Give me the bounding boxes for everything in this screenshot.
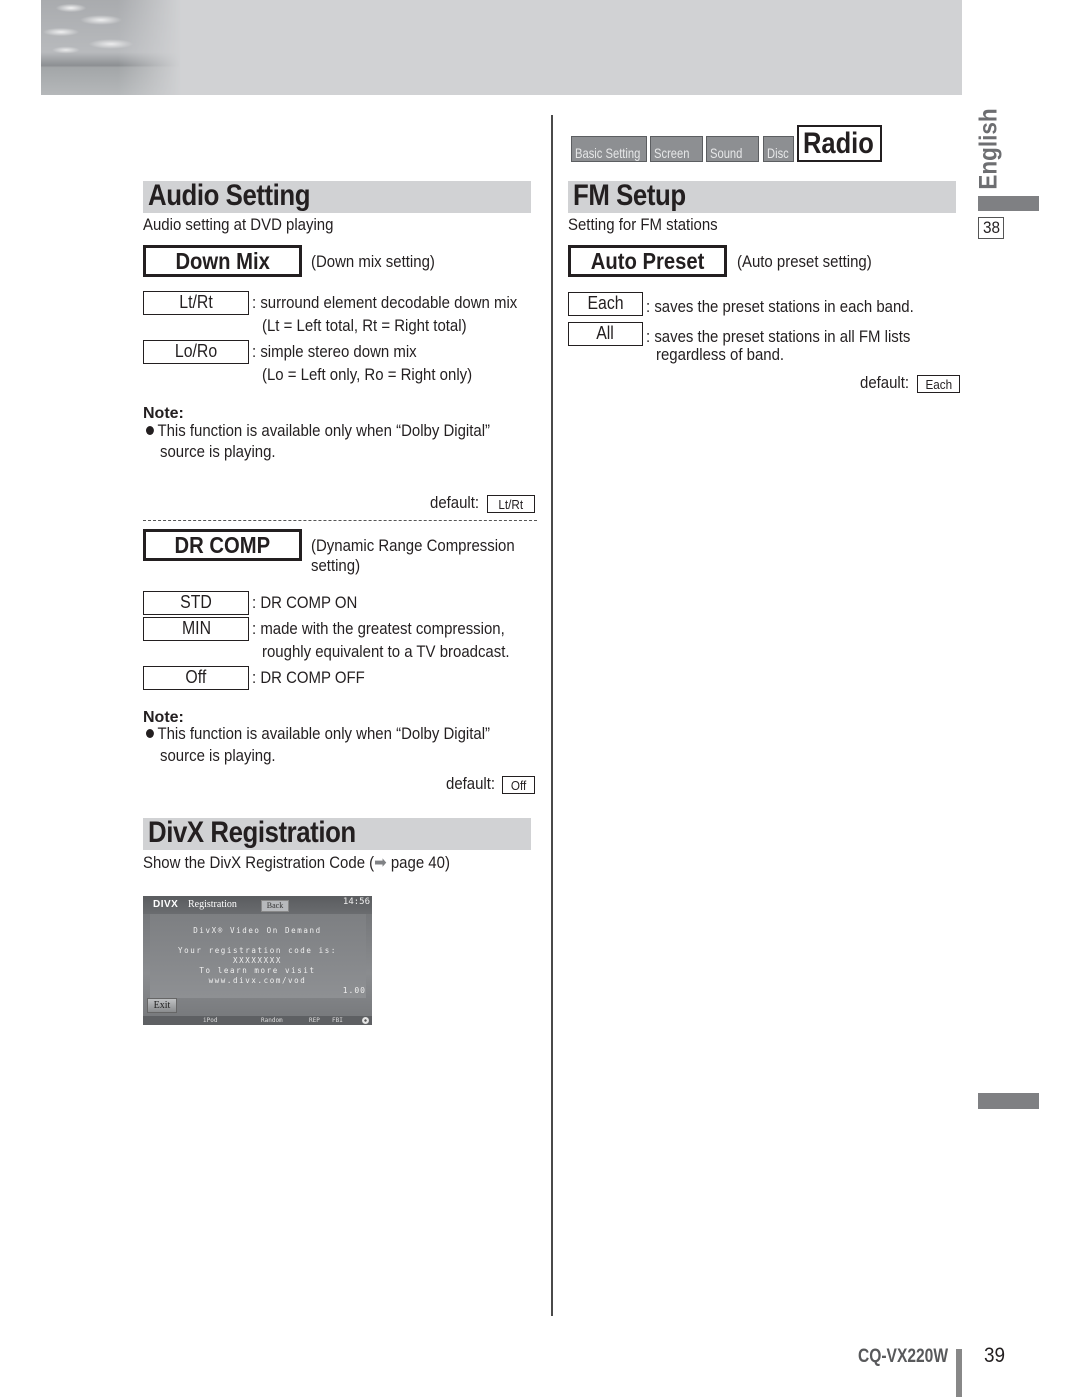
option-key-min: MIN bbox=[143, 617, 249, 641]
screen-line: DivX® Video On Demand bbox=[193, 926, 322, 935]
option-key-all: All bbox=[568, 322, 643, 346]
tab-screen[interactable]: Screen bbox=[650, 136, 703, 162]
tab-sound[interactable]: Sound bbox=[706, 136, 759, 162]
option-desc-off: : DR COMP OFF bbox=[252, 668, 365, 687]
fm-setup-title-bar: FM Setup bbox=[568, 179, 956, 213]
bottom-item-ipod: iPod bbox=[203, 1017, 218, 1024]
model-number: CQ-VX220W bbox=[858, 1346, 949, 1367]
language-tab-marker bbox=[978, 196, 1039, 211]
fm-setup-subtitle: Setting for FM stations bbox=[568, 215, 718, 234]
footer-divider bbox=[956, 1349, 962, 1397]
down-mix-key: Down Mix bbox=[143, 245, 302, 277]
option-key-off: Off bbox=[143, 666, 249, 690]
fm-setup-title: FM Setup bbox=[573, 179, 686, 212]
back-button[interactable]: Back bbox=[261, 900, 289, 912]
option-desc2-all: regardless of band. bbox=[656, 345, 785, 364]
down-mix-description: (Down mix setting) bbox=[311, 252, 435, 271]
option-key-lt-rt: Lt/Rt bbox=[143, 291, 249, 315]
divx-registration-title: DivX Registration bbox=[148, 816, 356, 849]
option-desc-lt-rt: : surround element decodable down mix bbox=[252, 293, 518, 312]
default-value-down-mix: Lt/Rt bbox=[487, 495, 535, 513]
divx-registration-subtitle: Show the DivX Registration Code (➡ page … bbox=[143, 853, 450, 872]
note-text: This function is available only when “Do… bbox=[146, 421, 490, 441]
default-label: default: bbox=[430, 493, 480, 512]
header-banner bbox=[41, 0, 962, 95]
registration-code: XXXXXXXX bbox=[233, 956, 282, 965]
option-desc2-min: roughly equivalent to a TV broadcast. bbox=[262, 642, 510, 661]
option-desc-std: : DR COMP ON bbox=[252, 593, 358, 612]
section-separator bbox=[143, 520, 537, 521]
option-desc-lo-ro: : simple stereo down mix bbox=[252, 342, 417, 361]
option-desc-all: : saves the preset stations in all FM li… bbox=[646, 327, 911, 346]
bullet-icon bbox=[146, 729, 154, 738]
audio-setting-subtitle: Audio setting at DVD playing bbox=[143, 215, 334, 234]
disc-icon bbox=[362, 1017, 369, 1024]
divx-registration-title-bar: DivX Registration bbox=[143, 816, 531, 850]
note-text: This function is available only when “Do… bbox=[146, 724, 490, 744]
version-number: 1.00 bbox=[342, 986, 366, 995]
screen-line: To learn more visit bbox=[199, 966, 316, 975]
clock: 14:56 bbox=[342, 897, 370, 907]
screen-line: www.divx.com/vod bbox=[208, 976, 307, 985]
dr-comp-description: (Dynamic Range Compression bbox=[311, 536, 515, 555]
option-desc-min: : made with the greatest compression, bbox=[252, 619, 505, 638]
audio-setting-title-bar: Audio Setting bbox=[143, 179, 531, 213]
bullet-icon bbox=[146, 426, 154, 435]
language-label: English bbox=[974, 108, 1003, 190]
divx-logo: DIVX bbox=[153, 899, 179, 910]
audio-setting-title: Audio Setting bbox=[148, 179, 311, 212]
arrow-right-icon: ➡ bbox=[374, 853, 387, 872]
note-text-continued: source is playing. bbox=[160, 442, 276, 461]
bottom-item-random: Random bbox=[261, 1017, 283, 1024]
column-divider bbox=[551, 115, 553, 1316]
dr-comp-description-continued: setting) bbox=[311, 556, 361, 575]
exit-button[interactable]: Exit bbox=[147, 998, 177, 1013]
option-key-std: STD bbox=[143, 591, 249, 615]
default-value-auto-preset: Each bbox=[917, 375, 960, 393]
sky-sea-photo bbox=[41, 0, 181, 95]
default-label: default: bbox=[860, 373, 910, 392]
tab-radio[interactable]: Radio bbox=[797, 125, 882, 162]
option-key-each: Each bbox=[568, 292, 643, 316]
section-tab-marker bbox=[978, 1093, 1039, 1109]
tab-disc[interactable]: Disc bbox=[763, 136, 794, 162]
bottom-item-rep: REP bbox=[309, 1017, 320, 1024]
page-number: 39 bbox=[984, 1344, 1006, 1367]
option-key-lo-ro: Lo/Ro bbox=[143, 340, 249, 364]
default-label: default: bbox=[446, 774, 496, 793]
auto-preset-description: (Auto preset setting) bbox=[737, 252, 872, 271]
page-reference: 38 bbox=[978, 217, 1004, 239]
dr-comp-key: DR COMP bbox=[143, 529, 302, 561]
bottom-item-fbi: FBI bbox=[332, 1017, 343, 1024]
note-text-continued: source is playing. bbox=[160, 746, 276, 765]
tab-basic-setting[interactable]: Basic Setting bbox=[571, 136, 647, 162]
option-desc2-lo-ro: (Lo = Left only, Ro = Right only) bbox=[262, 365, 473, 384]
divx-registration-screenshot: DIVX Registration Back 14:56 DivX® Video… bbox=[143, 896, 372, 1025]
screen-title: Registration bbox=[188, 899, 237, 910]
option-desc2-lt-rt: (Lt = Left total, Rt = Right total) bbox=[262, 316, 467, 335]
default-value-dr-comp: Off bbox=[502, 776, 535, 794]
option-desc-each: : saves the preset stations in each band… bbox=[646, 297, 914, 316]
screen-line: Your registration code is: bbox=[178, 946, 337, 955]
auto-preset-key: Auto Preset bbox=[568, 245, 727, 277]
